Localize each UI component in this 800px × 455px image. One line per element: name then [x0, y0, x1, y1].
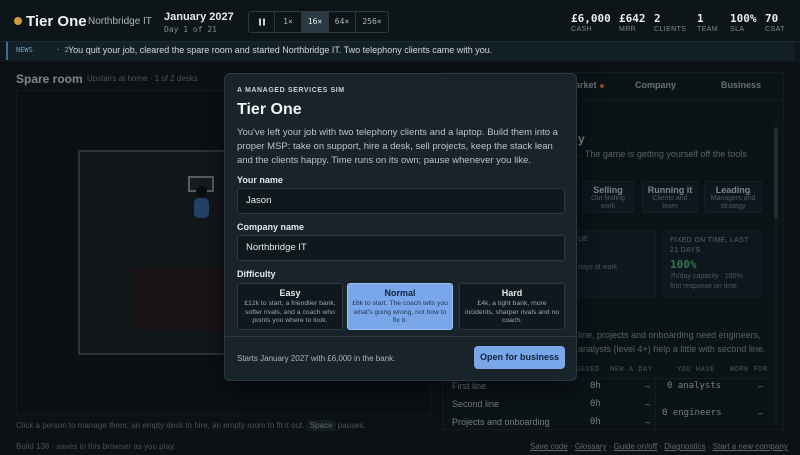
stat-mrr-value: £642	[619, 12, 646, 25]
stat-csat-label: CSAT	[765, 26, 785, 33]
difficulty-hard-title: Hard	[501, 288, 523, 298]
open-for-business-button[interactable]: Open for business	[474, 346, 565, 369]
dialog-divider	[225, 336, 576, 337]
dialog-kicker: A MANAGED SERVICES SIM	[237, 87, 345, 94]
speed-256x-button[interactable]: 256×	[356, 12, 388, 32]
stat-cash-value: £6,000	[571, 12, 611, 25]
day-counter: Day 1 of 21	[164, 25, 217, 34]
game-title: Tier One	[26, 13, 87, 30]
news-count: · 2	[56, 46, 69, 54]
new-game-dialog: A MANAGED SERVICES SIM Tier One You've l…	[224, 73, 577, 381]
brand-dot-icon	[14, 17, 22, 25]
stat-csat-value: 70	[765, 12, 779, 25]
stat-cash: £6,000 CASH	[571, 12, 611, 33]
difficulty-hard-desc: £4k, a tight bank, more incidents, sharp…	[464, 300, 560, 324]
stat-sla-value: 100%	[730, 12, 757, 25]
difficulty-easy-desc: £12k to start, a friendlier bank, softer…	[244, 300, 336, 324]
stat-team-value: 1	[697, 12, 704, 25]
difficulty-easy-option[interactable]: Easy £12k to start, a friendlier bank, s…	[237, 283, 343, 330]
pause-button[interactable]	[249, 12, 275, 32]
stat-clients-value: 2	[654, 12, 661, 25]
pause-icon	[258, 18, 265, 26]
stat-sla: 100% SLA	[730, 12, 757, 33]
top-bar: Tier One Northbridge IT January 2027 Day…	[0, 0, 800, 42]
stat-cash-label: CASH	[571, 26, 593, 33]
dialog-description: You've left your job with two telephony …	[237, 127, 558, 166]
speed-64x-button[interactable]: 64×	[329, 12, 356, 32]
dialog-footer-text: Starts January 2027 with £6,000 in the b…	[237, 354, 396, 363]
stat-mrr-label: MRR	[619, 26, 637, 33]
difficulty-normal-desc: £6k to start. The coach tells you what's…	[352, 300, 448, 324]
speed-control: 1× 16× 64× 256×	[248, 11, 389, 33]
stat-sla-label: SLA	[730, 26, 745, 33]
difficulty-easy-title: Easy	[279, 288, 301, 298]
stat-clients: 2 CLIENTS	[654, 12, 686, 33]
dialog-title: Tier One	[237, 101, 302, 118]
company-input[interactable]: Northbridge IT	[237, 235, 565, 261]
stat-team: 1 TEAM	[697, 12, 718, 33]
difficulty-label: Difficulty	[237, 269, 276, 279]
stat-mrr: £642 MRR	[619, 12, 646, 33]
news-text: You quit your job, cleared the spare roo…	[68, 45, 493, 55]
difficulty-normal-title: Normal	[384, 288, 416, 298]
difficulty-hard-option[interactable]: Hard £4k, a tight bank, more incidents, …	[459, 283, 565, 330]
name-label: Your name	[237, 175, 283, 185]
difficulty-normal-option[interactable]: Normal £6k to start. The coach tells you…	[347, 283, 453, 330]
company-label: Company name	[237, 222, 305, 232]
speed-16x-button[interactable]: 16×	[302, 12, 329, 32]
stat-clients-label: CLIENTS	[654, 26, 687, 33]
speed-1x-button[interactable]: 1×	[275, 12, 302, 32]
news-tag: NEWS	[16, 46, 33, 54]
name-input[interactable]: Jason	[237, 188, 565, 214]
stat-team-label: TEAM	[697, 26, 719, 33]
company-name: Northbridge IT	[88, 16, 152, 27]
current-date: January 2027	[164, 11, 234, 23]
news-bar[interactable]: NEWS · 2 You quit your job, cleared the …	[6, 42, 794, 60]
stat-csat: 70 CSAT	[765, 12, 785, 33]
